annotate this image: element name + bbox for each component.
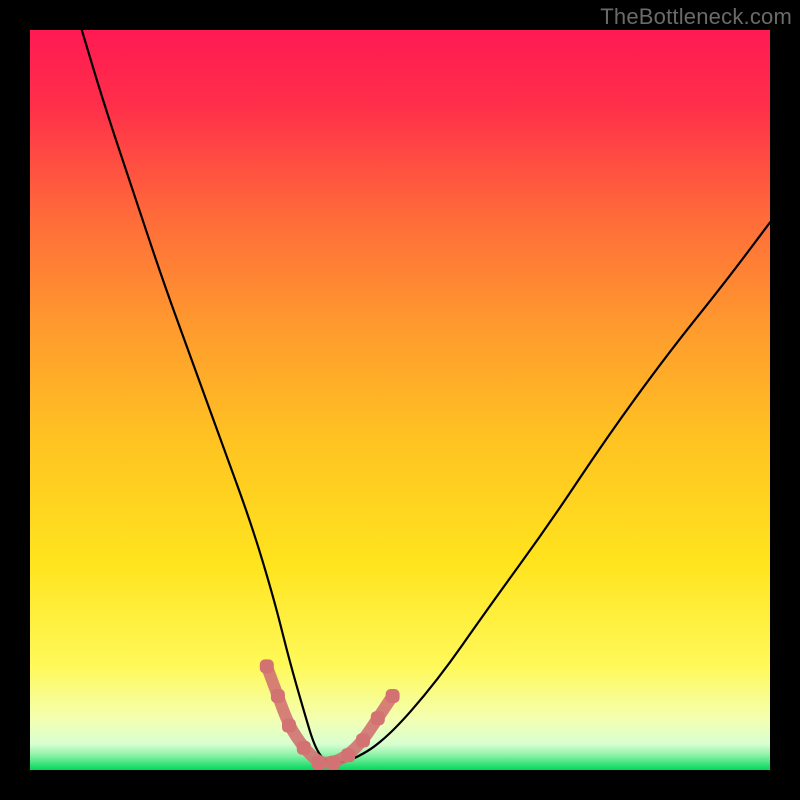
highlight-dot bbox=[297, 741, 311, 755]
highlight-dot bbox=[326, 756, 340, 770]
plot-area bbox=[30, 30, 770, 770]
highlight-dot bbox=[271, 689, 285, 703]
highlight-dot bbox=[371, 711, 385, 725]
chart-svg bbox=[30, 30, 770, 770]
highlight-dot bbox=[312, 756, 326, 770]
bottleneck-curve bbox=[82, 30, 770, 763]
chart-frame: TheBottleneck.com bbox=[0, 0, 800, 800]
highlight-dot bbox=[341, 748, 355, 762]
highlight-dot bbox=[260, 659, 274, 673]
watermark-text: TheBottleneck.com bbox=[600, 4, 792, 30]
highlight-dot bbox=[386, 689, 400, 703]
highlight-dot bbox=[282, 719, 296, 733]
highlight-dot bbox=[356, 733, 370, 747]
